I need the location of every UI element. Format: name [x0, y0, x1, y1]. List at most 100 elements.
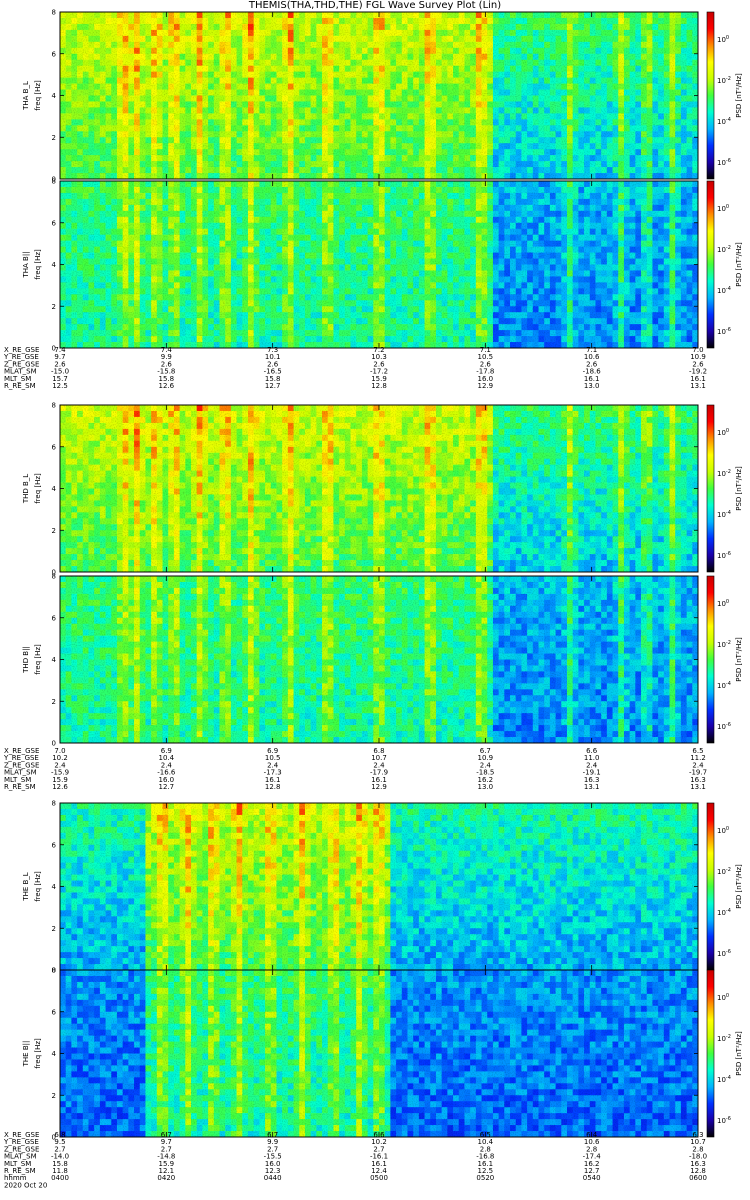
ephem-value: 12.8 [371, 382, 387, 390]
freq-tick-label: 6 [52, 614, 57, 622]
panel-ylabel: THE B_L [22, 872, 30, 901]
ephem-value: 12.5 [52, 382, 68, 390]
colorbar-tick-label: 10-4 [717, 117, 731, 126]
colorbar-tick-label: 10-4 [717, 681, 731, 690]
colorbar-tick-label: 10-4 [717, 286, 731, 295]
freq-tick-label: 4 [52, 883, 57, 891]
ephem-row-label: R_RE_SM [4, 382, 36, 390]
colorbar [706, 575, 715, 744]
freq-tick-label: 4 [52, 656, 57, 664]
spectrogram-grain-1 [60, 12, 698, 179]
date-label: 2020 Oct 20 [4, 1181, 47, 1189]
spectrogram-grain-2 [60, 181, 698, 348]
time-tick-label: 0600 [689, 1174, 707, 1182]
ephem-value: 13.0 [478, 783, 494, 791]
colorbar-tick-label: 100 [717, 993, 729, 1002]
panel-ylabel: THE B|| [22, 1041, 30, 1068]
freq-tick-label: 6 [52, 50, 57, 58]
ephem-value: 12.8 [265, 783, 281, 791]
colorbar-label: PSD [nT²/Hz] [735, 242, 743, 287]
colorbar-label: PSD [nT²/Hz] [735, 864, 743, 909]
ephem-value: 12.6 [159, 382, 175, 390]
panel-ylabel: THD B_L [22, 474, 30, 504]
colorbar-tick-label: 100 [717, 35, 729, 44]
freq-tick-label: 6 [52, 1008, 57, 1016]
panel-unit-label: freq [Hz] [34, 249, 42, 280]
freq-tick-label: 2 [52, 303, 56, 311]
freq-tick-label: 4 [52, 1050, 57, 1058]
panel-unit-label: freq [Hz] [34, 80, 42, 111]
colorbar-tick-label: 10-2 [717, 867, 731, 876]
panel-unit-label: freq [Hz] [34, 644, 42, 675]
colorbar-tick-label: 10-6 [717, 949, 731, 958]
colorbar-tick-label: 10-2 [717, 469, 731, 478]
colorbar-label: PSD [nT²/Hz] [735, 466, 743, 511]
ephem-value: 12.9 [371, 783, 387, 791]
colorbar-tick-label: 10-6 [717, 158, 731, 167]
colorbar-tick-label: 100 [717, 826, 729, 835]
spectrogram-figure: 02468THA B_L freq [Hz]10010-210-410-6PSD … [3, 9, 743, 1190]
spectrogram-grain-3 [60, 405, 698, 572]
spectrogram-grain-4 [60, 576, 698, 743]
colorbar-label: PSD [nT²/Hz] [735, 1031, 743, 1076]
colorbar-tick-label: 10-4 [717, 510, 731, 519]
colorbar-tick-label: 10-6 [717, 722, 731, 731]
ephem-value: 13.1 [584, 783, 600, 791]
freq-tick-label: 2 [52, 527, 56, 535]
freq-tick-label: 6 [52, 841, 57, 849]
spectrogram-grain-5 [60, 803, 698, 970]
colorbar [706, 404, 715, 573]
ephem-row-label: R_RE_SM [4, 783, 36, 791]
colorbar-tick-label: 10-6 [717, 1116, 731, 1125]
freq-tick-label: 8 [52, 800, 56, 808]
ephem-value: 12.7 [265, 382, 281, 390]
colorbar-tick-label: 100 [717, 204, 729, 213]
freq-tick-label: 6 [52, 443, 57, 451]
colorbar [706, 802, 715, 971]
time-tick-label: 0400 [51, 1174, 69, 1182]
freq-tick-label: 8 [52, 402, 56, 410]
spectrogram-grain-6 [60, 970, 698, 1137]
panel-unit-label: freq [Hz] [34, 1038, 42, 1069]
freq-tick-label: 2 [52, 1092, 56, 1100]
freq-tick-label: 2 [52, 134, 56, 142]
freq-tick-label: 2 [52, 698, 56, 706]
panel-ylabel: THA B|| [22, 251, 30, 278]
colorbar-tick-label: 10-4 [717, 908, 731, 917]
time-tick-label: 0520 [476, 1174, 494, 1182]
freq-tick-label: 8 [52, 573, 56, 581]
ephem-value: 13.1 [690, 382, 706, 390]
colorbar-tick-label: 10-2 [717, 245, 731, 254]
freq-tick-label: 8 [52, 178, 56, 186]
ephem-value: 12.9 [478, 382, 494, 390]
colorbar-label: PSD [nT²/Hz] [735, 73, 743, 118]
colorbar [706, 180, 715, 349]
freq-tick-label: 6 [52, 219, 57, 227]
time-tick-label: 0420 [157, 1174, 175, 1182]
freq-tick-label: 4 [52, 92, 57, 100]
ephem-value: 12.6 [52, 783, 68, 791]
colorbar-tick-label: 10-6 [717, 327, 731, 336]
colorbar [706, 969, 715, 1138]
panel-unit-label: freq [Hz] [34, 473, 42, 504]
panel-unit-label: freq [Hz] [34, 871, 42, 902]
ephem-value: 12.7 [159, 783, 175, 791]
colorbar-tick-label: 100 [717, 599, 729, 608]
colorbar-tick-label: 10-4 [717, 1075, 731, 1084]
freq-tick-label: 8 [52, 967, 56, 975]
freq-tick-label: 4 [52, 485, 57, 493]
colorbar-label: PSD [nT²/Hz] [735, 637, 743, 682]
freq-tick-label: 8 [52, 9, 56, 17]
colorbar-tick-label: 10-2 [717, 640, 731, 649]
time-tick-label: 0440 [264, 1174, 282, 1182]
time-tick-label: 0500 [370, 1174, 388, 1182]
panel-ylabel: THA B_L [22, 81, 30, 111]
ephem-value: 13.0 [584, 382, 600, 390]
colorbar-tick-label: 100 [717, 428, 729, 437]
freq-tick-label: 4 [52, 261, 57, 269]
colorbar-tick-label: 10-6 [717, 551, 731, 560]
panel-ylabel: THD B|| [22, 646, 30, 674]
colorbar [706, 11, 715, 180]
time-tick-label: 0540 [583, 1174, 601, 1182]
colorbar-tick-label: 10-2 [717, 1034, 731, 1043]
